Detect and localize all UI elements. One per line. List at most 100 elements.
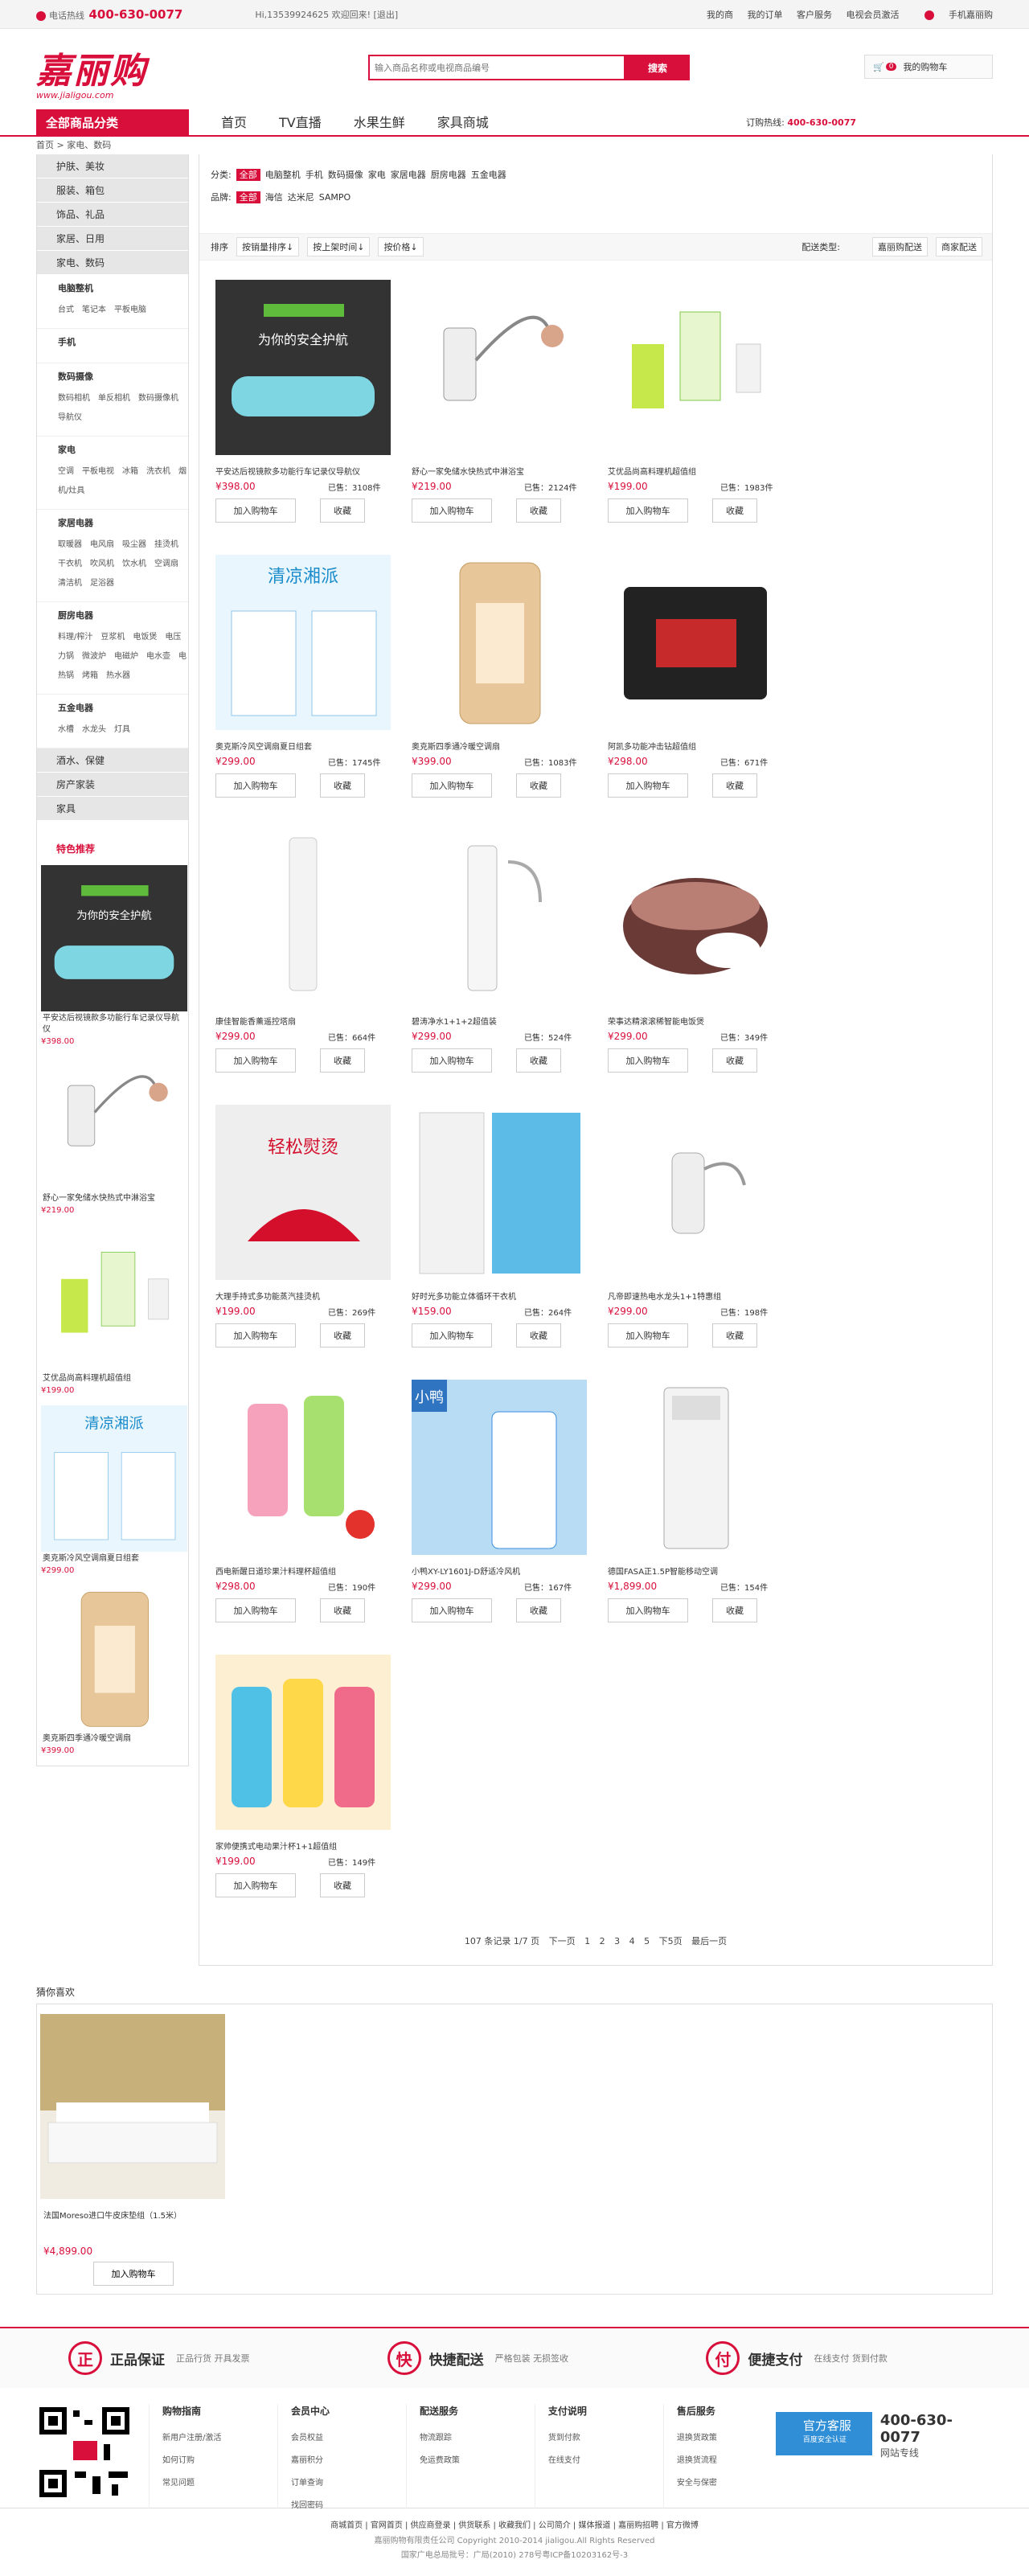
pager-page-4[interactable]: 4: [629, 1936, 635, 1946]
sidebar-subitem[interactable]: 电风扇: [90, 540, 114, 549]
product-name[interactable]: 德国FASA正1.5P智能移动空调: [608, 1565, 793, 1577]
category-option[interactable]: 厨房电器: [431, 170, 466, 180]
sidebar-subitem[interactable]: 数码相机: [58, 394, 90, 403]
add-to-cart-button[interactable]: 加入购物车: [608, 773, 688, 798]
footer-link[interactable]: 常见问题: [162, 2472, 261, 2495]
favorite-button[interactable]: 收藏: [320, 1323, 365, 1347]
sidebar-subitem[interactable]: 电水壶: [146, 652, 170, 661]
sidebar-subitem[interactable]: 水龙头: [82, 725, 106, 734]
product-name[interactable]: 凡帝即速热电水龙头1+1特惠组: [608, 1290, 793, 1302]
sidebar-subitem[interactable]: 烤箱: [82, 671, 98, 680]
favorite-button[interactable]: 收藏: [712, 1048, 757, 1073]
footer-link[interactable]: 安全与保密: [677, 2472, 776, 2495]
favorite-button[interactable]: 收藏: [516, 1598, 561, 1622]
brand-option[interactable]: 海信: [265, 192, 283, 203]
sidebar-section-title[interactable]: 五金电器: [58, 701, 188, 714]
product-image[interactable]: [608, 280, 783, 455]
footer-link[interactable]: 退换货流程: [677, 2450, 776, 2472]
favorite-button[interactable]: 收藏: [712, 773, 757, 798]
footer-link[interactable]: 物流跟踪: [420, 2427, 519, 2450]
favorite-button[interactable]: 收藏: [516, 498, 561, 523]
product-name[interactable]: 康佳智能香薰遥控塔扇: [215, 1015, 400, 1027]
add-to-cart-button[interactable]: 加入购物车: [215, 1598, 296, 1622]
product-image[interactable]: 轻松熨烫: [215, 1105, 391, 1280]
product-image[interactable]: [608, 830, 783, 1005]
footer-link[interactable]: 新用户注册/激活: [162, 2427, 261, 2450]
product-image[interactable]: [215, 1380, 391, 1555]
product-image[interactable]: [412, 1105, 587, 1280]
product-image[interactable]: [608, 555, 783, 730]
featured-name[interactable]: 平安达后视镜款多功能行车记录仪导航仪: [41, 1011, 188, 1037]
favorite-button[interactable]: 收藏: [320, 1598, 365, 1622]
add-to-cart-button[interactable]: 加入购物车: [608, 1048, 688, 1073]
pager-page-5[interactable]: 5: [644, 1936, 650, 1946]
product-image[interactable]: [412, 555, 587, 730]
sidebar-subitem[interactable]: 干衣机: [58, 560, 82, 568]
sidebar-subitem[interactable]: 导航仪: [58, 413, 82, 422]
official-service-button[interactable]: 官方客服 百度安全认证: [775, 2412, 872, 2455]
sidebar-subitem[interactable]: 灯具: [114, 725, 130, 734]
mobile-link[interactable]: 手机嘉丽购: [913, 10, 993, 20]
product-name[interactable]: 奥克斯冷风空调扇夏日组套: [215, 740, 400, 752]
sidebar-subitem[interactable]: 水槽: [58, 725, 74, 734]
product-name[interactable]: 大理手持式多功能蒸汽挂烫机: [215, 1290, 400, 1302]
sidebar-subitem[interactable]: 吹风机: [90, 560, 114, 568]
pager-page-3[interactable]: 3: [614, 1936, 620, 1946]
sidebar-item-gifts[interactable]: 饰品、礼品: [37, 203, 188, 227]
sidebar-subitem[interactable]: 电饭煲: [133, 633, 157, 642]
sidebar-subitem[interactable]: 料理/榨汁: [58, 633, 92, 642]
cart-button[interactable]: 🛒 0 我的购物车: [864, 55, 993, 79]
featured-item[interactable]: 舒心一家免储水快热式中淋浴宝 ¥219.00: [37, 1045, 188, 1225]
sidebar-subitem[interactable]: 空调: [58, 467, 74, 476]
product-name[interactable]: 好时光多功能立体循环干衣机: [412, 1290, 596, 1302]
product-image[interactable]: [412, 830, 587, 1005]
customer-service-link[interactable]: 客户服务: [797, 10, 832, 20]
sidebar-item-clothing[interactable]: 服装、箱包: [37, 178, 188, 203]
footer-link[interactable]: 会员权益: [291, 2427, 390, 2450]
sidebar-item-electronics[interactable]: 家电、数码: [37, 251, 188, 275]
sidebar-subitem[interactable]: 豆浆机: [100, 633, 125, 642]
product-name[interactable]: 荣事达精滚滚稀智能电饭煲: [608, 1015, 793, 1027]
pager-page-1[interactable]: 1: [584, 1936, 590, 1946]
sidebar-subitem[interactable]: 台式: [58, 306, 74, 314]
sidebar-subitem[interactable]: 足浴器: [90, 579, 114, 588]
sidebar-section-title[interactable]: 厨房电器: [58, 609, 188, 621]
footer-link[interactable]: 货到付款: [548, 2427, 647, 2450]
tv-activate-link[interactable]: 电视会员激活: [847, 10, 900, 20]
favorite-button[interactable]: 收藏: [712, 1323, 757, 1347]
brand-option[interactable]: 全部: [236, 191, 260, 203]
nav-home[interactable]: 首页: [221, 109, 247, 137]
product-name[interactable]: 小鸭XY-LY1601J-D舒适冷风机: [412, 1565, 596, 1577]
sidebar-section-title[interactable]: 家居电器: [58, 516, 188, 529]
sidebar-subitem[interactable]: 挂烫机: [154, 540, 178, 549]
footer-link[interactable]: 订单查询: [291, 2472, 390, 2495]
sort-by-price[interactable]: 按价格↓: [378, 237, 424, 256]
sidebar-item-beauty[interactable]: 护肤、美妆: [37, 154, 188, 178]
brand-option[interactable]: 达米尼: [288, 192, 314, 203]
sidebar-subitem[interactable]: 饮水机: [122, 560, 146, 568]
sidebar-subitem[interactable]: 冰箱: [122, 467, 138, 476]
featured-item[interactable]: 奥克斯四季通冷暖空调扇 ¥399.00: [37, 1585, 188, 1766]
favorite-button[interactable]: 收藏: [516, 1048, 561, 1073]
featured-name[interactable]: 奥克斯冷风空调扇夏日组套: [41, 1552, 188, 1566]
favorite-button[interactable]: 收藏: [320, 1048, 365, 1073]
sidebar-subitem[interactable]: 平板电视: [82, 467, 114, 476]
all-categories[interactable]: 全部商品分类: [36, 109, 189, 137]
sidebar-subitem[interactable]: 取暖器: [58, 540, 82, 549]
product-image[interactable]: 清凉湘派: [215, 555, 391, 730]
favorite-button[interactable]: 收藏: [320, 498, 365, 523]
product-image[interactable]: [412, 280, 587, 455]
featured-item[interactable]: 为你的安全护航 平安达后视镜款多功能行车记录仪导航仪 ¥398.00: [37, 865, 188, 1046]
favorite-button[interactable]: 收藏: [712, 1598, 757, 1622]
nav-fresh[interactable]: 水果生鲜: [354, 109, 405, 137]
add-to-cart-button[interactable]: 加入购物车: [215, 498, 296, 523]
nav-tv-live[interactable]: TV直播: [279, 109, 322, 137]
pager-prev[interactable]: 下一页: [549, 1936, 576, 1946]
guess-item-name[interactable]: 法国Moreso进口牛皮床垫组（1.5米）: [43, 2209, 182, 2221]
sidebar-subitem[interactable]: 数码摄像机: [138, 394, 178, 403]
pager-last[interactable]: 最后一页: [691, 1936, 727, 1946]
footer-links[interactable]: 商城首页 | 官网首页 | 供应商登录 | 供货联系 | 收藏我们 | 公司简介…: [0, 2508, 1029, 2534]
product-name[interactable]: 西电新醒日道珍果汁料理杯超值组: [215, 1565, 400, 1577]
add-to-cart-button[interactable]: 加入购物车: [215, 1048, 296, 1073]
footer-link[interactable]: 退换货政策: [677, 2427, 776, 2450]
